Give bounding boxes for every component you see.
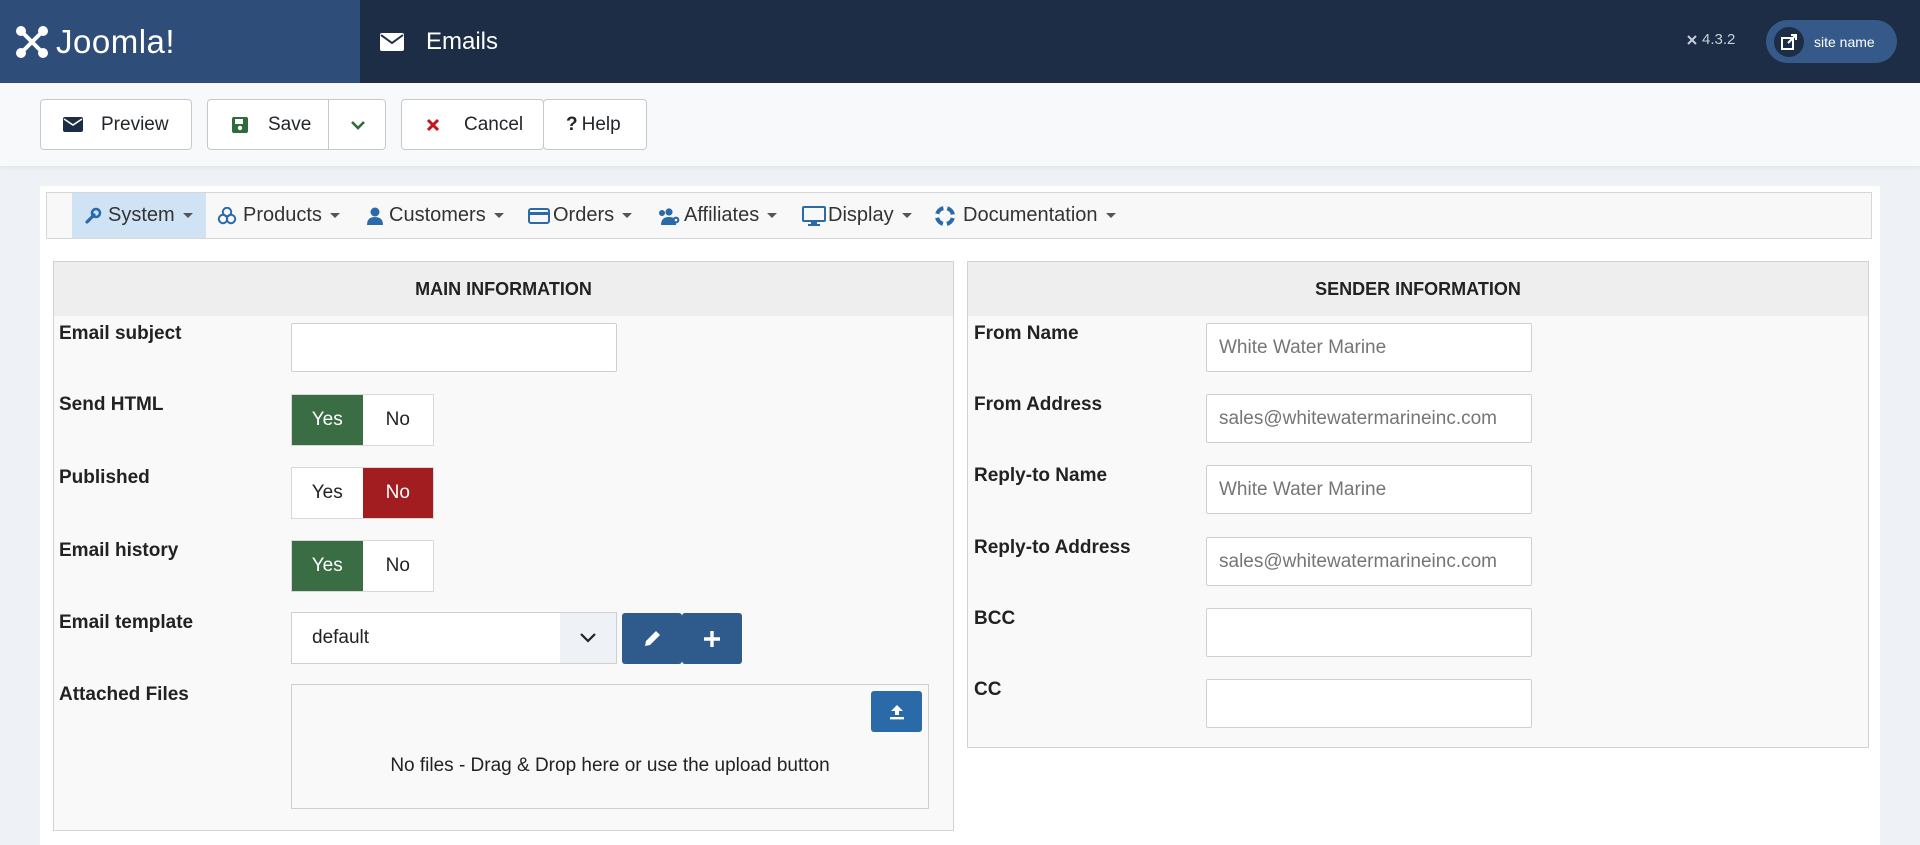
reply-to-address-input[interactable] xyxy=(1206,537,1532,586)
cancel-button[interactable]: Cancel xyxy=(401,99,544,150)
published-no-option[interactable]: No xyxy=(362,468,433,518)
caret-down-icon xyxy=(493,213,504,218)
desktop-icon xyxy=(802,205,826,226)
save-icon xyxy=(232,116,248,133)
menu-item-label: Display xyxy=(828,204,894,226)
menu-item-affiliates[interactable]: Affiliates xyxy=(657,193,778,238)
panel-heading: SENDER INFORMATION xyxy=(968,262,1868,316)
life-ring-icon xyxy=(935,205,955,226)
question-icon: ? xyxy=(566,113,578,135)
from-name-label: From Name xyxy=(974,323,1079,344)
envelope-icon xyxy=(380,32,404,51)
sender-information-panel: SENDER INFORMATION From Name From Addres… xyxy=(967,261,1869,748)
reply-to-name-input[interactable] xyxy=(1206,465,1532,514)
toolbar: Preview Save Cancel ? Help xyxy=(0,83,1920,166)
menu-item-label: Affiliates xyxy=(684,204,760,226)
add-template-button[interactable] xyxy=(682,613,742,664)
published-yes-option[interactable]: Yes xyxy=(292,468,363,518)
caret-down-icon xyxy=(329,213,340,218)
save-label[interactable]: Save xyxy=(268,114,311,136)
caret-down-icon xyxy=(767,213,778,218)
page-title: Emails xyxy=(426,27,499,55)
help-label: Help xyxy=(581,113,621,135)
email-template-value: default xyxy=(312,627,370,648)
menu-item-display[interactable]: Display xyxy=(802,193,912,238)
wrench-icon xyxy=(84,207,102,225)
bcc-input[interactable] xyxy=(1206,608,1532,657)
file-dropzone[interactable]: No files - Drag & Drop here or use the u… xyxy=(291,684,929,809)
edit-template-button[interactable] xyxy=(622,613,682,664)
cc-input[interactable] xyxy=(1206,679,1532,728)
close-icon xyxy=(426,118,440,132)
logo-wordmark: Joomla! xyxy=(56,22,176,60)
dropzone-text: No files - Drag & Drop here or use the u… xyxy=(390,755,830,776)
menu-item-orders[interactable]: Orders xyxy=(528,193,633,238)
site-name-label: site name xyxy=(1814,33,1875,50)
upload-button[interactable] xyxy=(871,691,922,732)
help-button[interactable]: ? Help xyxy=(543,99,647,150)
envelope-icon xyxy=(63,117,83,132)
bcc-label: BCC xyxy=(974,608,1016,629)
send-html-no-option[interactable]: No xyxy=(363,395,434,445)
cc-label: CC xyxy=(974,679,1002,700)
user-icon xyxy=(367,207,383,225)
menu-item-documentation[interactable]: Documentation xyxy=(935,193,1116,238)
send-html-toggle: Yes No xyxy=(291,394,434,446)
reply-to-address-label: Reply-to Address xyxy=(974,537,1131,558)
cancel-label: Cancel xyxy=(464,113,524,135)
cubes-icon xyxy=(217,206,237,225)
from-address-label: From Address xyxy=(974,394,1103,415)
plus-icon xyxy=(704,630,720,647)
preview-button[interactable]: Preview xyxy=(40,99,192,150)
panel-heading: MAIN INFORMATION xyxy=(54,262,953,316)
users-cog-icon xyxy=(657,207,681,225)
joomla-logo-icon xyxy=(16,25,48,58)
pencil-icon xyxy=(645,630,660,646)
preview-label: Preview xyxy=(101,113,169,135)
main-information-panel: MAIN INFORMATION Email subject Send HTML… xyxy=(53,261,954,831)
menu-item-label: Products xyxy=(243,204,322,226)
app-header: Joomla! Emails 4.3.2 site name xyxy=(0,0,1920,83)
menu-item-label: System xyxy=(108,204,175,226)
save-dropdown-chevron-icon[interactable] xyxy=(329,100,386,149)
email-history-no-option[interactable]: No xyxy=(363,541,434,591)
send-html-yes-option[interactable]: Yes xyxy=(292,395,363,445)
email-history-yes-option[interactable]: Yes xyxy=(292,541,363,591)
menu-item-label: Customers xyxy=(389,204,486,226)
email-subject-input[interactable] xyxy=(291,323,617,372)
email-history-toggle: Yes No xyxy=(291,540,434,592)
attached-files-label: Attached Files xyxy=(59,684,189,705)
component-menu-bar: System Products Customers Orders Affilia… xyxy=(46,192,1872,239)
chevron-down-icon xyxy=(560,613,616,663)
caret-down-icon xyxy=(901,213,912,218)
caret-down-icon xyxy=(182,213,193,218)
caret-down-icon xyxy=(1105,213,1116,218)
email-template-select[interactable]: default xyxy=(291,612,617,664)
menu-item-label: Documentation xyxy=(963,204,1098,226)
content-area: System Products Customers Orders Affilia… xyxy=(40,186,1880,845)
from-name-input[interactable] xyxy=(1206,323,1532,372)
from-address-input[interactable] xyxy=(1206,394,1532,443)
site-link-button[interactable]: site name xyxy=(1766,20,1897,63)
version-text: 4.3.2 xyxy=(1702,31,1736,48)
credit-card-icon xyxy=(528,207,550,224)
save-button-group: Save xyxy=(207,99,386,150)
menu-item-label: Orders xyxy=(553,204,615,226)
joomla-logo[interactable]: Joomla! xyxy=(0,0,360,83)
upload-icon xyxy=(889,704,904,719)
published-toggle: Yes No xyxy=(291,467,434,519)
menu-item-products[interactable]: Products xyxy=(217,193,340,238)
email-subject-label: Email subject xyxy=(59,323,182,344)
version-badge: 4.3.2 xyxy=(1686,31,1735,48)
send-html-label: Send HTML xyxy=(59,394,164,415)
menu-item-system[interactable]: System xyxy=(72,193,206,238)
menu-item-customers[interactable]: Customers xyxy=(367,193,504,238)
reply-to-name-label: Reply-to Name xyxy=(974,465,1108,486)
published-label: Published xyxy=(59,467,150,488)
caret-down-icon xyxy=(622,213,633,218)
email-template-label: Email template xyxy=(59,612,194,633)
joomla-small-icon xyxy=(1687,34,1697,45)
external-link-icon xyxy=(1774,26,1804,57)
email-history-label: Email history xyxy=(59,540,179,561)
